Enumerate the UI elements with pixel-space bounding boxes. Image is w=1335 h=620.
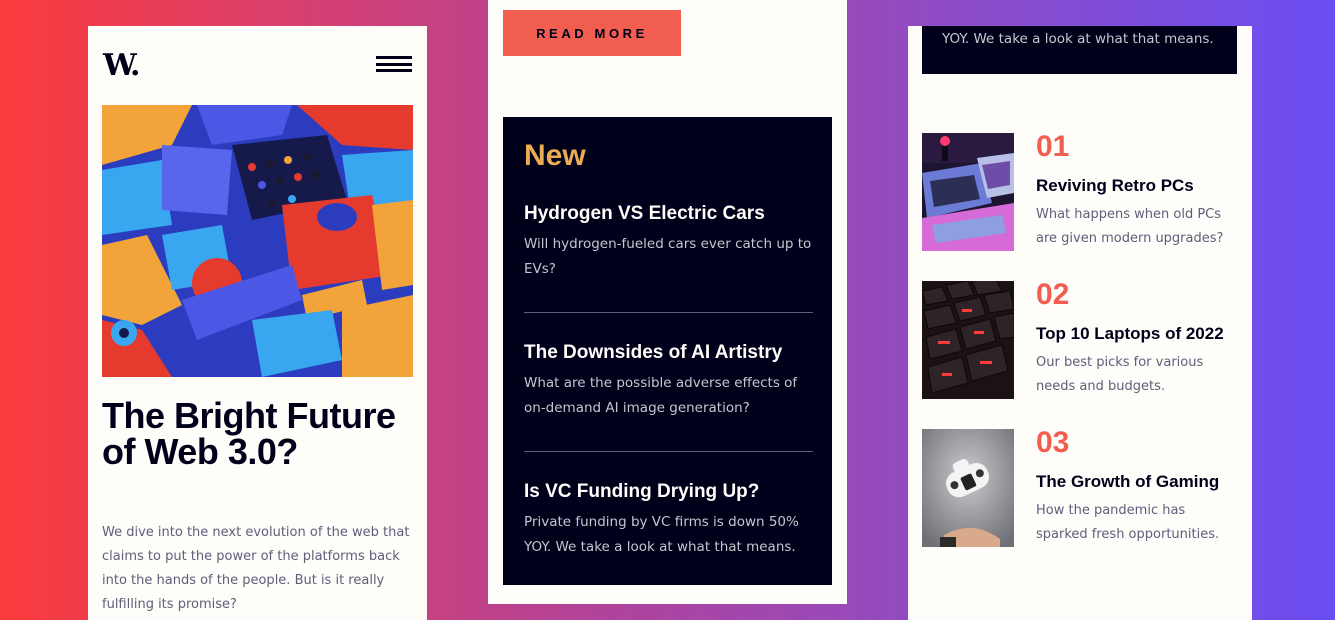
ranked-item-description: What happens when old PCs are given mode… (1036, 207, 1224, 246)
retro-pcs-image (922, 133, 1014, 251)
new-item-title[interactable]: Is VC Funding Drying Up? (524, 481, 814, 503)
rank-number: 03 (1036, 426, 1070, 459)
divider (524, 312, 813, 313)
divider (524, 451, 813, 452)
ranked-item: 02 Top 10 Laptops of 2022 Our best picks… (922, 278, 1242, 399)
rank-number: 02 (1036, 278, 1070, 311)
new-panel: READ MORE New Hydrogen VS Electric Cars … (488, 0, 847, 604)
read-more-button[interactable]: READ MORE (503, 10, 681, 56)
new-heading: New (524, 139, 586, 172)
ranked-item-title[interactable]: The Growth of Gaming (1036, 472, 1219, 492)
new-item-description: What are the possible adverse effects of… (524, 375, 798, 416)
new-item: Is VC Funding Drying Up? Private funding… (524, 481, 814, 560)
ranked-item: 01 Reviving Retro PCs What happens when … (922, 130, 1242, 251)
rank-number: 01 (1036, 130, 1070, 163)
site-logo[interactable]: W. (103, 48, 140, 83)
ranked-item-description: Our best picks for various needs and bud… (1036, 355, 1204, 394)
ranked-item-description: How the pandemic has sparked fresh oppor… (1036, 503, 1220, 542)
laptop-keyboard-image (922, 281, 1014, 399)
hero-panel: W. The Bright Future of Web 3.0? We dive… (88, 26, 427, 620)
new-item: The Downsides of AI Artistry What are th… (524, 342, 814, 421)
new-item-description: YOY. We take a look at what that means. (942, 31, 1214, 47)
new-item-title[interactable]: Hydrogen VS Electric Cars (524, 203, 814, 225)
ranked-item: 03 The Growth of Gaming How the pandemic… (922, 426, 1242, 547)
new-section: New Hydrogen VS Electric Cars Will hydro… (503, 117, 832, 585)
hamburger-menu-icon[interactable] (376, 56, 412, 72)
hero-description: We dive into the next evolution of the w… (102, 525, 410, 612)
ranked-item-title[interactable]: Reviving Retro PCs (1036, 176, 1194, 196)
new-item-description: Private funding by VC firms is down 50% … (524, 514, 799, 555)
ranked-panel: YOY. We take a look at what that means. … (908, 26, 1252, 620)
hero-title: The Bright Future of Web 3.0? (102, 395, 396, 472)
hero-image (102, 105, 413, 377)
new-item-title[interactable]: The Downsides of AI Artistry (524, 342, 814, 364)
ranked-item-title[interactable]: Top 10 Laptops of 2022 (1036, 324, 1224, 344)
new-item: Hydrogen VS Electric Cars Will hydrogen-… (524, 203, 814, 282)
new-item-description: Will hydrogen-fueled cars ever catch up … (524, 236, 812, 277)
gaming-controller-image (922, 429, 1014, 547)
new-section-tail: YOY. We take a look at what that means. (922, 26, 1237, 74)
